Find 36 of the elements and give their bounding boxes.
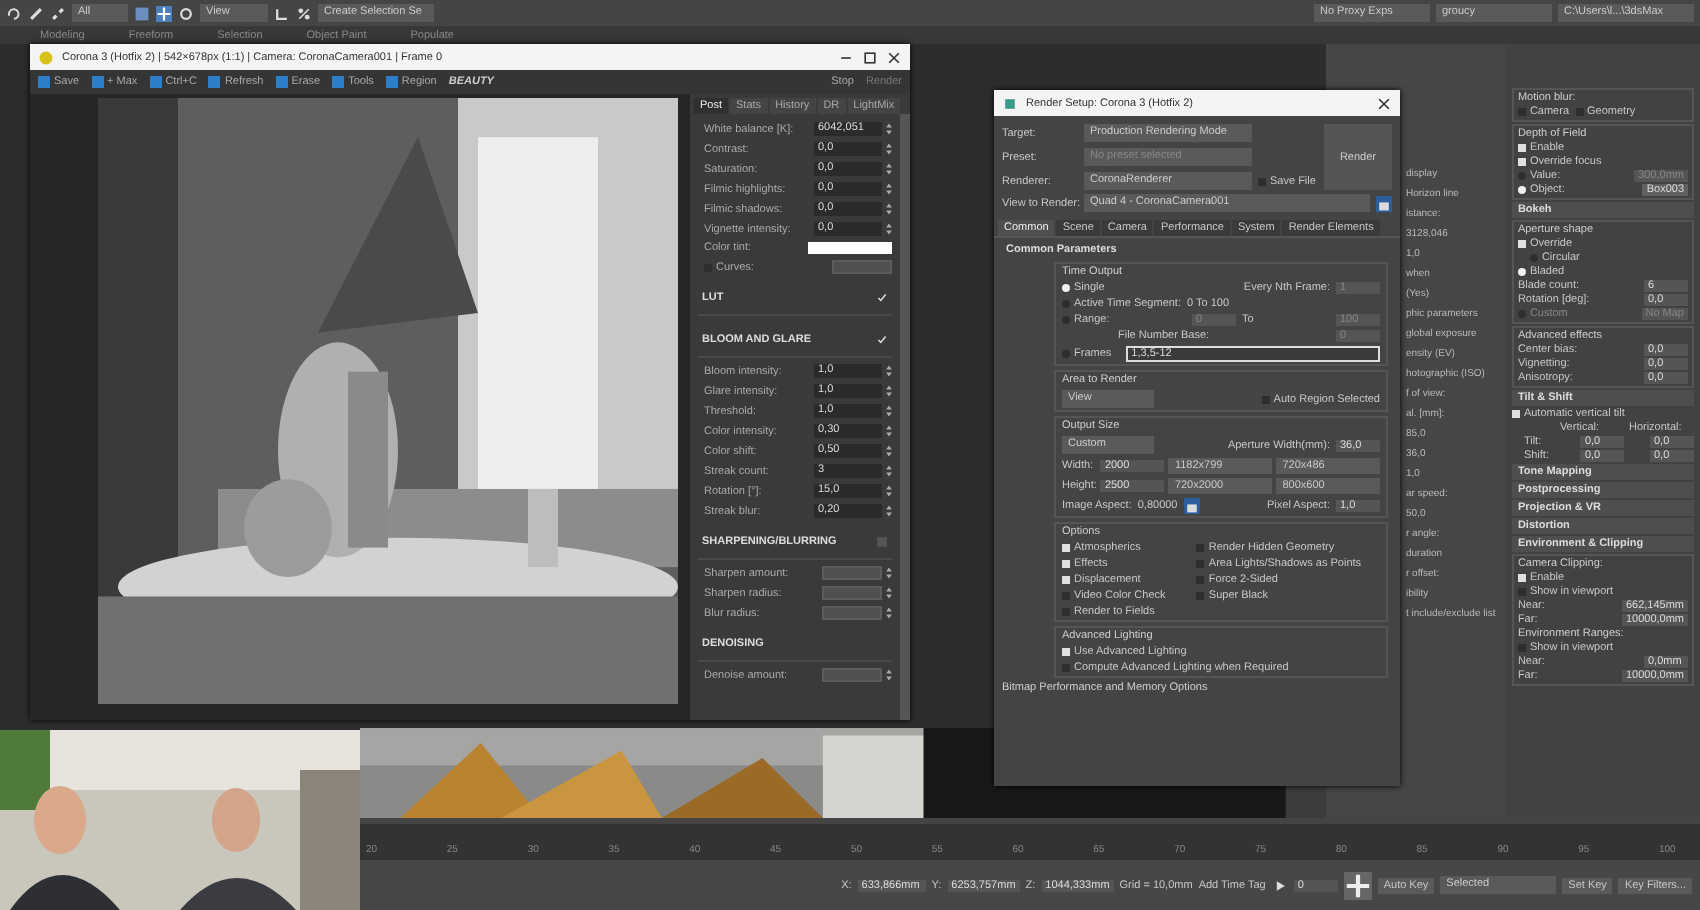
value-field[interactable]: [822, 566, 882, 580]
close-icon[interactable]: [886, 49, 902, 65]
spinner-icon[interactable]: [886, 566, 892, 580]
app-icon: [38, 49, 54, 65]
spinner-icon[interactable]: [886, 202, 892, 216]
checkmark-icon[interactable]: [876, 536, 888, 548]
spinner-icon[interactable]: [886, 222, 892, 236]
spinner-icon[interactable]: [886, 404, 892, 418]
spinner-icon[interactable]: [886, 668, 892, 682]
percent-snap-icon[interactable]: [296, 5, 312, 21]
checkmark-icon[interactable]: [876, 334, 888, 346]
checkmark-icon[interactable]: [876, 292, 888, 304]
spinner-icon[interactable]: [886, 424, 892, 438]
spinner-icon[interactable]: [886, 142, 892, 156]
value-field[interactable]: [822, 586, 882, 600]
spinner-icon[interactable]: [886, 586, 892, 600]
value-field[interactable]: [822, 606, 882, 620]
spinner-icon[interactable]: [886, 162, 892, 176]
spinner-icon[interactable]: [886, 122, 892, 136]
spinner-icon[interactable]: [886, 364, 892, 378]
rotate-icon[interactable]: [178, 5, 194, 21]
spinner-icon[interactable]: [886, 182, 892, 196]
plus-icon[interactable]: [1343, 871, 1372, 899]
spinner-icon[interactable]: [886, 484, 892, 498]
spinner-icon[interactable]: [886, 504, 892, 518]
spinner-icon[interactable]: [886, 464, 892, 478]
close-icon[interactable]: [1376, 95, 1392, 111]
value-field[interactable]: [822, 668, 882, 682]
spinner-icon[interactable]: [886, 384, 892, 398]
move-icon[interactable]: [156, 5, 172, 21]
undo-icon[interactable]: [6, 5, 22, 21]
spinner-icon[interactable]: [886, 444, 892, 458]
spinner-icon[interactable]: [886, 606, 892, 620]
color-swatch[interactable]: [808, 242, 892, 254]
maximize-icon[interactable]: [862, 49, 878, 65]
play-icon[interactable]: [1271, 877, 1288, 893]
